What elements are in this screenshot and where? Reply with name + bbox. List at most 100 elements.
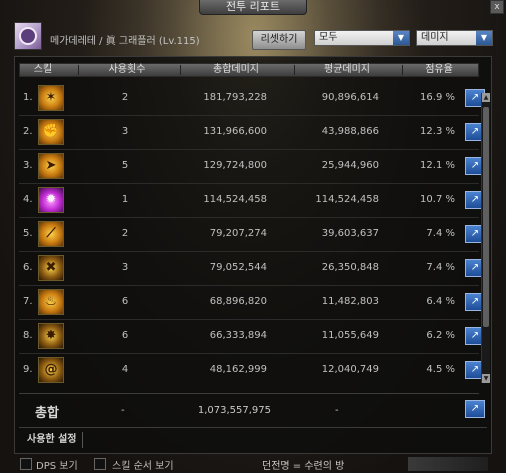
row-avg: 43,988,866 bbox=[321, 126, 379, 137]
row-rank: 7. bbox=[23, 296, 33, 307]
col-share: 점유율 bbox=[425, 64, 453, 75]
row-share: 12.3 % bbox=[420, 126, 455, 137]
summary-count: - bbox=[121, 405, 125, 416]
character-avatar bbox=[14, 22, 42, 50]
skill-order-checkbox[interactable] bbox=[94, 458, 106, 470]
row-share: 6.4 % bbox=[426, 296, 455, 307]
row-count: 2 bbox=[121, 228, 129, 239]
row-avg: 39,603,637 bbox=[321, 228, 379, 239]
dps-checkbox[interactable] bbox=[20, 458, 32, 470]
dungeon-name: 던전명 = 수련의 방 bbox=[262, 461, 345, 472]
summary-avg: - bbox=[335, 405, 339, 416]
row-rank: 5. bbox=[23, 228, 33, 239]
row-rank: 8. bbox=[23, 330, 33, 341]
filter-select-value: 모두 bbox=[319, 32, 338, 43]
row-share: 4.5 % bbox=[426, 364, 455, 375]
explosion-icon: ✸ bbox=[38, 323, 64, 349]
metric-select-value: 데미지 bbox=[421, 32, 449, 43]
dps-label: DPS 보기 bbox=[36, 461, 78, 472]
row-avg: 25,944,960 bbox=[321, 160, 379, 171]
row-avg: 11,055,649 bbox=[321, 330, 379, 341]
flame-hold-icon: ♨ bbox=[38, 289, 64, 315]
row-share: 16.9 % bbox=[420, 92, 455, 103]
row-avg: 90,896,614 bbox=[321, 92, 379, 103]
share-icon[interactable]: ↗ bbox=[465, 400, 485, 418]
col-avg: 평균데미지 bbox=[324, 64, 370, 75]
purple-burst-icon: ✹ bbox=[38, 187, 64, 213]
row-count: 3 bbox=[121, 262, 129, 273]
row-avg: 11,482,803 bbox=[321, 296, 379, 307]
row-count: 6 bbox=[121, 330, 129, 341]
summary-row: 총합 - 1,073,557,975 - ↗ bbox=[19, 393, 485, 424]
grab-throw-icon: ✊ bbox=[38, 119, 64, 145]
row-share: 7.4 % bbox=[426, 262, 455, 273]
col-total: 총합데미지 bbox=[213, 64, 259, 75]
skill-order-label: 스킬 순서 보기 bbox=[112, 461, 174, 472]
window-title: 전투 리포트 bbox=[198, 0, 308, 15]
table-row[interactable]: 1. ✶ 2 181,793,228 90,896,614 16.9 % ↗ bbox=[19, 83, 485, 115]
close-button[interactable]: x bbox=[490, 0, 504, 14]
report-header: 메가데레테 / 眞 그래플러 (Lv.115) 리셋하기 모두 ▼ 데미지 ▼ bbox=[14, 22, 498, 52]
tab-used-settings[interactable]: 사용한 설정 bbox=[21, 432, 84, 448]
row-rank: 3. bbox=[23, 160, 33, 171]
row-total: 79,207,274 bbox=[209, 228, 267, 239]
row-count: 6 bbox=[121, 296, 129, 307]
suplex-icon: ✖ bbox=[38, 255, 64, 281]
table-row[interactable]: 6. ✖ 3 79,052,544 26,350,848 7.4 % ↗ bbox=[19, 253, 485, 285]
swirl-icon: @ bbox=[38, 357, 64, 383]
row-total: 181,793,228 bbox=[203, 92, 267, 103]
footer: DPS 보기 스킬 순서 보기 던전명 = 수련의 방 bbox=[0, 456, 506, 473]
row-rank: 9. bbox=[23, 364, 33, 375]
table-row[interactable]: 9. @ 4 48,162,999 12,040,749 4.5 % ↗ bbox=[19, 355, 485, 387]
row-rank: 6. bbox=[23, 262, 33, 273]
col-count: 사용횟수 bbox=[108, 64, 146, 75]
settings-tabbar: 사용한 설정 bbox=[19, 427, 487, 450]
row-avg: 26,350,848 bbox=[321, 262, 379, 273]
row-share: 7.4 % bbox=[426, 228, 455, 239]
row-rank: 4. bbox=[23, 194, 33, 205]
row-avg: 12,040,749 bbox=[321, 364, 379, 375]
scroll-down-icon[interactable]: ▼ bbox=[482, 374, 490, 383]
table-row[interactable]: 8. ✸ 6 66,333,894 11,055,649 6.2 % ↗ bbox=[19, 321, 485, 353]
table-row[interactable]: 3. ➤ 5 129,724,800 25,944,960 12.1 % ↗ bbox=[19, 151, 485, 183]
row-rank: 1. bbox=[23, 92, 33, 103]
row-total: 79,052,544 bbox=[209, 262, 267, 273]
metric-select[interactable]: 데미지 ▼ bbox=[416, 30, 493, 46]
summary-label: 총합 bbox=[35, 406, 59, 421]
character-name: 메가데레테 / 眞 그래플러 (Lv.115) bbox=[50, 36, 200, 47]
title-bar: 전투 리포트 x bbox=[0, 0, 506, 15]
row-share: 6.2 % bbox=[426, 330, 455, 341]
table-row[interactable]: 7. ♨ 6 68,896,820 11,482,803 6.4 % ↗ bbox=[19, 287, 485, 319]
table-header: 스킬 사용횟수 총합데미지 평균데미지 점유율 bbox=[19, 63, 479, 77]
row-avg: 114,524,458 bbox=[315, 194, 379, 205]
report-panel: 스킬 사용횟수 총합데미지 평균데미지 점유율 1. ✶ 2 181,793,2… bbox=[14, 56, 492, 454]
row-count: 5 bbox=[121, 160, 129, 171]
row-total: 131,966,600 bbox=[203, 126, 267, 137]
row-total: 129,724,800 bbox=[203, 160, 267, 171]
row-total: 48,162,999 bbox=[209, 364, 267, 375]
col-skill: 스킬 bbox=[33, 64, 53, 75]
footer-decoration bbox=[408, 457, 488, 471]
sparkle-strike-icon: ✶ bbox=[38, 85, 64, 111]
row-total: 114,524,458 bbox=[203, 194, 267, 205]
chevron-down-icon: ▼ bbox=[393, 31, 409, 45]
row-count: 2 bbox=[121, 92, 129, 103]
reset-button[interactable]: 리셋하기 bbox=[252, 30, 306, 50]
row-total: 68,896,820 bbox=[209, 296, 267, 307]
row-rank: 2. bbox=[23, 126, 33, 137]
row-count: 3 bbox=[121, 126, 129, 137]
row-count: 4 bbox=[121, 364, 129, 375]
slash-kick-icon: ⟋ bbox=[38, 221, 64, 247]
row-share: 10.7 % bbox=[420, 194, 455, 205]
filter-select[interactable]: 모두 ▼ bbox=[314, 30, 410, 46]
table-scrollbar[interactable]: ▲ ▼ bbox=[481, 93, 490, 383]
rush-claw-icon: ➤ bbox=[38, 153, 64, 179]
scroll-up-icon[interactable]: ▲ bbox=[482, 93, 490, 102]
scroll-thumb[interactable] bbox=[483, 107, 489, 327]
row-count: 1 bbox=[121, 194, 129, 205]
table-row[interactable]: 4. ✹ 1 114,524,458 114,524,458 10.7 % ↗ bbox=[19, 185, 485, 217]
row-share: 12.1 % bbox=[420, 160, 455, 171]
summary-total: 1,073,557,975 bbox=[197, 405, 271, 416]
table-row[interactable]: 5. ⟋ 2 79,207,274 39,603,637 7.4 % ↗ bbox=[19, 219, 485, 251]
table-row[interactable]: 2. ✊ 3 131,966,600 43,988,866 12.3 % ↗ bbox=[19, 117, 485, 149]
